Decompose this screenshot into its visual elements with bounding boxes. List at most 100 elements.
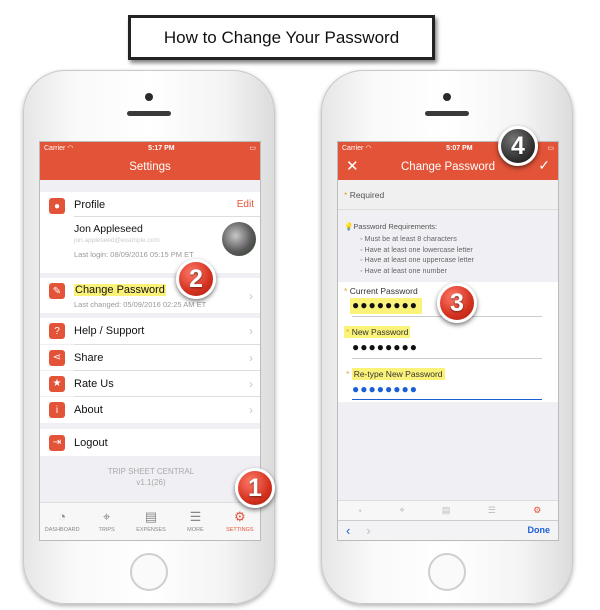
home-button[interactable] xyxy=(428,553,466,591)
nav-bar: Settings xyxy=(40,154,260,180)
profile-email: jon.appleseed@example.com xyxy=(74,237,160,244)
step-badge-4: 4 xyxy=(498,126,538,166)
tab-more[interactable]: ☰ MORE xyxy=(173,503,217,540)
about-row[interactable]: i About › xyxy=(40,397,260,423)
lightbulb-icon: 💡 xyxy=(344,222,354,231)
status-bar: Carrier ◠ 5:17 PM ▭ xyxy=(40,142,260,154)
front-camera xyxy=(145,93,153,101)
info-icon: i xyxy=(49,402,65,418)
status-time: 5:17 PM xyxy=(148,144,175,152)
help-icon: ? xyxy=(49,323,65,339)
route-icon: ⌖ xyxy=(399,505,405,515)
gear-icon: ⚙ xyxy=(533,505,542,515)
nav-title: Change Password xyxy=(401,161,495,173)
step-badge-1: 1 xyxy=(235,468,275,508)
carrier-label: Carrier ◠ xyxy=(342,145,372,152)
tab-trips[interactable]: ⌖ TRIPS xyxy=(84,503,128,540)
share-row[interactable]: ⋖ Share › xyxy=(40,345,260,370)
user-icon: ● xyxy=(49,198,65,214)
nav-title: Settings xyxy=(129,161,171,173)
help-support-row[interactable]: ? Help / Support › xyxy=(40,318,260,344)
last-login: Last login: 08/09/2016 05:15 PM ET xyxy=(74,250,194,259)
gear-icon: ⚙ xyxy=(234,509,246,524)
gauge-icon: ◔ xyxy=(58,509,67,524)
profile-edit-button[interactable]: Edit xyxy=(237,199,254,210)
rate-us-row[interactable]: ★ Rate Us › xyxy=(40,371,260,396)
receipt-icon: ▤ xyxy=(144,509,158,524)
settings-screen: Carrier ◠ 5:17 PM ▭ Settings ● Profile E… xyxy=(39,141,261,541)
chevron-right-icon: › xyxy=(249,403,253,417)
requirement-item: ◦ Must be at least 8 characters xyxy=(360,234,457,243)
current-password-input[interactable]: ●●●●●●●● xyxy=(352,298,418,312)
requirements-title: 💡Password Requirements: xyxy=(344,222,438,231)
requirement-item: ◦ Have at least one uppercase letter xyxy=(360,255,475,264)
app-version: v1.1(26) xyxy=(136,478,166,487)
input-underline xyxy=(352,358,542,359)
next-field-icon[interactable]: › xyxy=(366,523,370,538)
profile-label: Profile xyxy=(74,199,106,211)
change-password-label: Change Password xyxy=(74,284,166,296)
chevron-right-icon: › xyxy=(249,289,253,303)
logout-icon: ⇥ xyxy=(49,434,65,451)
profile-name: Jon Appleseed xyxy=(74,223,143,235)
new-password-input[interactable]: ●●●●●●●● xyxy=(352,340,418,354)
check-icon[interactable]: ✓ xyxy=(538,157,550,174)
wifi-icon: ◠ xyxy=(365,145,372,152)
tab-settings[interactable]: ⚙ SETTINGS xyxy=(218,503,260,540)
profile-row[interactable]: ● Profile Edit Jon Appleseed jon.applese… xyxy=(40,192,260,273)
sliders-icon: ☰ xyxy=(487,505,496,515)
done-button[interactable]: Done xyxy=(528,525,551,535)
page-title: How to Change Your Password xyxy=(163,27,400,47)
rate-us-label: Rate Us xyxy=(74,377,114,390)
previous-field-icon[interactable]: ‹ xyxy=(346,523,350,538)
retype-password-label: * Re-type New Password xyxy=(346,368,445,380)
wifi-icon: ◠ xyxy=(67,145,74,152)
change-password-screen: Carrier ◠ 5:07 PM ▭ ✕ Change Password ✓ … xyxy=(337,141,559,541)
chevron-right-icon: › xyxy=(249,376,253,391)
carrier-label: Carrier ◠ xyxy=(44,145,74,152)
new-password-label: * New Password xyxy=(344,326,411,338)
share-icon: ⋖ xyxy=(49,349,65,366)
close-icon[interactable]: ✕ xyxy=(346,157,359,175)
battery-icon: ▭ xyxy=(547,145,554,152)
current-password-label: * Current Password xyxy=(344,286,418,296)
share-label: Share xyxy=(74,351,104,364)
requirement-item: ◦ Have at least one lowercase letter xyxy=(360,244,473,254)
requirement-item: ◦ Have at least one number xyxy=(360,265,447,275)
receipt-icon: ▤ xyxy=(441,505,451,515)
gauge-icon: ◔ xyxy=(356,505,363,516)
status-time: 5:07 PM xyxy=(446,144,473,152)
required-note: * Required xyxy=(344,190,385,200)
requirements-list: ◦ Must be at least 8 characters ◦ Have a… xyxy=(360,234,474,276)
divider xyxy=(74,216,260,217)
logout-label: Logout xyxy=(74,436,108,449)
app-name: TRIP SHEET CENTRAL xyxy=(107,467,195,476)
input-underline-active xyxy=(352,399,542,400)
pencil-icon: ✎ xyxy=(49,283,65,299)
change-password-row[interactable]: ✎ Change Password Last changed: 05/09/20… xyxy=(40,278,260,313)
required-section: * Required xyxy=(338,180,558,210)
logout-row[interactable]: ⇥ Logout xyxy=(40,429,260,456)
earpiece-speaker xyxy=(127,111,171,116)
front-camera xyxy=(443,93,451,101)
step-badge-3: 3 xyxy=(437,283,477,323)
required-star-icon: * xyxy=(344,190,348,200)
sliders-icon: ☰ xyxy=(189,509,202,524)
tab-bar-partial: ◔ ⌖ ▤ ☰ ⚙ xyxy=(338,500,558,520)
retype-password-input[interactable]: ●●●●●●●● xyxy=(352,382,418,396)
last-changed: Last changed: 05/09/2016 02:25 AM ET xyxy=(74,300,207,309)
route-icon: ⌖ xyxy=(102,509,111,524)
step-badge-2: 2 xyxy=(176,259,216,299)
star-icon: ★ xyxy=(49,375,65,392)
about-label: About xyxy=(74,404,103,416)
tab-bar: ◔ DASHBOARD ⌖ TRIPS ▤ EXPENSES ☰ MORE ⚙ … xyxy=(40,502,260,540)
chevron-right-icon: › xyxy=(249,350,253,365)
battery-icon: ▭ xyxy=(249,145,256,152)
tab-expenses[interactable]: ▤ EXPENSES xyxy=(129,503,173,540)
home-button[interactable] xyxy=(130,553,168,591)
tab-dashboard[interactable]: ◔ DASHBOARD xyxy=(40,503,84,540)
avatar xyxy=(222,222,256,256)
chevron-right-icon: › xyxy=(249,324,253,338)
phone-settings: Carrier ◠ 5:17 PM ▭ Settings ● Profile E… xyxy=(23,70,275,604)
earpiece-speaker xyxy=(425,111,469,116)
